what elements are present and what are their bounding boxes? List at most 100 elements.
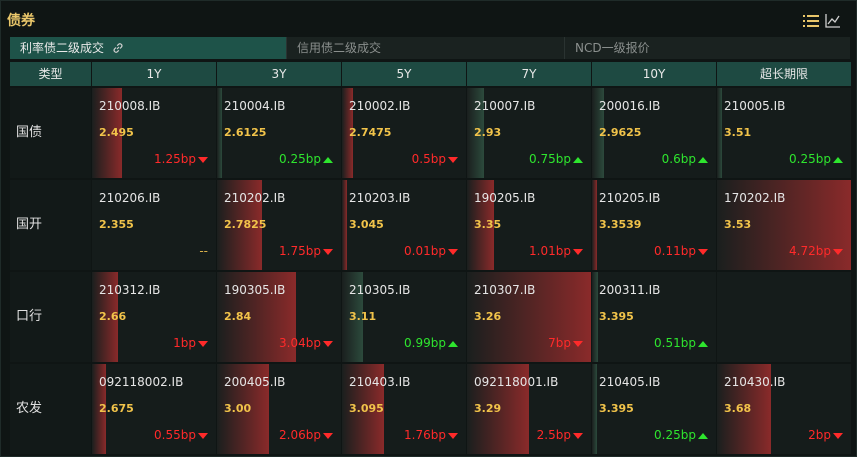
bond-cell[interactable]: 210005.IB 3.51 0.25bp [717, 88, 851, 178]
bond-cell[interactable]: 210405.IB 3.395 0.25bp [592, 364, 716, 454]
list-view-icon[interactable] [803, 14, 819, 28]
bp-change: 1bp [173, 336, 208, 350]
bond-yield: 2.84 [224, 310, 252, 323]
bond-cell[interactable]: 210007.IB 2.93 0.75bp [467, 88, 591, 178]
bond-yield: 3.095 [349, 402, 384, 415]
bond-panel: 债券 利率债二级成交 信用债二级成交 NCD一级报价 类型 1Y 3Y 5Y 7Y 10Y [0, 0, 857, 457]
bond-cell[interactable]: 210002.IB 2.7475 0.5bp [342, 88, 466, 178]
row-label: 口行 [10, 272, 91, 362]
bond-cell[interactable]: 092118002.IB 2.675 0.55bp [92, 364, 216, 454]
bp-change-value: 0.99bp [404, 336, 446, 350]
bond-code: 210307.IB [474, 283, 536, 297]
tab-credit-bond-secondary[interactable]: 信用债二级成交 [286, 37, 564, 59]
bp-change: 0.01bp [404, 244, 458, 258]
bond-cell[interactable]: 210403.IB 3.095 1.76bp [342, 364, 466, 454]
bp-change-value: 0.25bp [789, 152, 831, 166]
column-header: 超长期限 [717, 62, 852, 86]
column-header: 3Y [217, 62, 342, 86]
triangle-down-icon [573, 248, 583, 255]
panel-header: 债券 [1, 1, 857, 35]
bp-change: 1.76bp [404, 428, 458, 442]
bond-cell[interactable]: 170202.IB 3.53 4.72bp [717, 180, 851, 270]
bond-yield: 3.045 [349, 218, 384, 231]
column-header: 类型 [10, 62, 92, 86]
triangle-up-icon [573, 156, 583, 163]
triangle-up-icon [323, 156, 333, 163]
bp-change: 0.25bp [279, 152, 333, 166]
bp-change-value: 0.55bp [154, 428, 196, 442]
bond-cell[interactable]: 210203.IB 3.045 0.01bp [342, 180, 466, 270]
triangle-down-icon [323, 248, 333, 255]
bond-yield: 2.9625 [599, 126, 642, 139]
triangle-down-icon [573, 340, 583, 347]
bond-cell[interactable]: 210312.IB 2.66 1bp [92, 272, 216, 362]
bond-code: 210205.IB [599, 191, 661, 205]
bp-change-value: 3.04bp [279, 336, 321, 350]
bond-cell[interactable]: 190305.IB 2.84 3.04bp [217, 272, 341, 362]
bp-change: -- [199, 244, 208, 258]
bp-change: 0.51bp [654, 336, 708, 350]
bond-code: 210312.IB [99, 283, 161, 297]
bond-cell[interactable]: 210202.IB 2.7825 1.75bp [217, 180, 341, 270]
bond-cell[interactable] [717, 272, 851, 362]
bp-change-value: 1.25bp [154, 152, 196, 166]
bond-cell[interactable]: 210307.IB 3.26 7bp [467, 272, 591, 362]
column-header: 5Y [342, 62, 467, 86]
triangle-down-icon [833, 432, 843, 439]
bond-cell[interactable]: 210206.IB 2.355 -- [92, 180, 216, 270]
bond-cell[interactable]: 200016.IB 2.9625 0.6bp [592, 88, 716, 178]
tab-rate-bond-secondary[interactable]: 利率债二级成交 [10, 37, 286, 59]
bond-yield: 3.35 [474, 218, 502, 231]
bond-cell[interactable]: 210004.IB 2.6125 0.25bp [217, 88, 341, 178]
bond-cell[interactable]: 210430.IB 3.68 2bp [717, 364, 851, 454]
triangle-up-icon [698, 340, 708, 347]
bond-code: 210203.IB [349, 191, 411, 205]
link-icon[interactable] [112, 42, 124, 54]
change-heat-bar [342, 180, 347, 270]
bp-change-value: 2bp [808, 428, 831, 442]
bond-cell[interactable]: 210008.IB 2.495 1.25bp [92, 88, 216, 178]
change-heat-bar [592, 364, 597, 454]
bond-code: 210008.IB [99, 99, 161, 113]
triangle-down-icon [323, 432, 333, 439]
bond-code: 210007.IB [474, 99, 536, 113]
bp-change-value: 1.76bp [404, 428, 446, 442]
tab-bar: 利率债二级成交 信用债二级成交 NCD一级报价 [10, 37, 850, 59]
chart-view-icon[interactable] [825, 14, 841, 28]
bond-code: 200016.IB [599, 99, 661, 113]
tab-ncd-primary[interactable]: NCD一级报价 [564, 37, 850, 59]
bond-cell[interactable]: 210305.IB 3.11 0.99bp [342, 272, 466, 362]
bp-change-value: 2.06bp [279, 428, 321, 442]
bp-change: 0.5bp [412, 152, 458, 166]
bp-change: 2bp [808, 428, 843, 442]
bond-yield: 3.53 [724, 218, 752, 231]
bp-change: 0.75bp [529, 152, 583, 166]
bond-yield: 3.395 [599, 402, 634, 415]
triangle-down-icon [448, 156, 458, 163]
bp-change: 0.25bp [789, 152, 843, 166]
bond-code: 210403.IB [349, 375, 411, 389]
bond-code: 210305.IB [349, 283, 411, 297]
triangle-down-icon [833, 248, 843, 255]
change-heat-bar [717, 88, 722, 178]
bond-cell[interactable]: 210205.IB 3.3539 0.11bp [592, 180, 716, 270]
bp-change-value: 0.75bp [529, 152, 571, 166]
bond-yield: 2.7475 [349, 126, 392, 139]
bond-yield: 3.00 [224, 402, 252, 415]
bond-code: 210202.IB [224, 191, 286, 205]
bond-cell[interactable]: 200311.IB 3.395 0.51bp [592, 272, 716, 362]
bond-cell[interactable]: 190205.IB 3.35 1.01bp [467, 180, 591, 270]
bond-code: 190305.IB [224, 283, 286, 297]
bp-change-value: 0.01bp [404, 244, 446, 258]
bond-yield: 2.93 [474, 126, 502, 139]
bp-change-value: 0.25bp [279, 152, 321, 166]
bond-yield: 3.68 [724, 402, 752, 415]
row-label: 国债 [10, 88, 91, 178]
triangle-up-icon [448, 340, 458, 347]
bond-code: 190205.IB [474, 191, 536, 205]
tab-label: 利率债二级成交 [20, 41, 105, 55]
bond-cell[interactable]: 200405.IB 3.00 2.06bp [217, 364, 341, 454]
bp-change-value: 2.5bp [536, 428, 571, 442]
bond-cell[interactable]: 092118001.IB 3.29 2.5bp [467, 364, 591, 454]
bp-change: 1.25bp [154, 152, 208, 166]
